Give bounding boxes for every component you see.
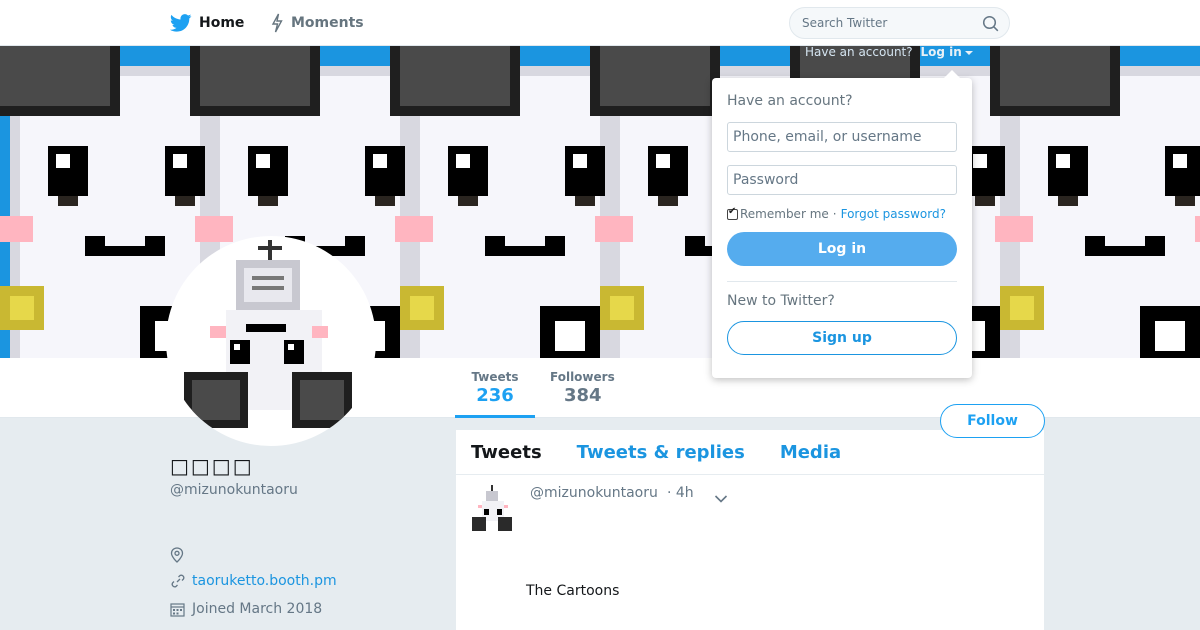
stat-value: 236 [476,385,514,406]
nav-moments-label: Moments [291,15,364,31]
have-account-prompt: Have an account? Log in [805,45,973,59]
have-account-text: Have an account? [805,45,913,59]
password-field[interactable] [727,165,957,195]
new-to-twitter-heading: New to Twitter? [727,293,835,309]
tweet-author-handle[interactable]: @mizunokuntaoru [530,485,658,501]
profile-website: taoruketto.booth.pm [170,573,337,589]
timeline: Tweets Tweets & replies Media @mizunokun… [456,430,1044,630]
tab-tweets-and-replies[interactable]: Tweets & replies [577,442,745,463]
forgot-password-link[interactable]: Forgot password? [841,207,946,221]
profile-location [170,547,192,563]
divider [727,281,957,282]
remember-me-checkbox[interactable] [727,206,738,220]
twitter-bird-icon [170,14,192,32]
stat-label: Followers [550,370,615,384]
search-box [789,7,1010,39]
nav-moments[interactable]: Moments [270,0,364,46]
profile-website-link[interactable]: taoruketto.booth.pm [192,573,337,589]
login-heading: Have an account? [727,93,853,109]
stat-value: 384 [564,385,602,406]
remember-me-label[interactable]: Remember me [740,207,829,221]
separator-dot: · [832,207,837,221]
nav-home-label: Home [199,15,245,31]
tab-tweets[interactable]: Tweets [471,442,542,463]
link-icon [170,573,188,589]
profile-handle[interactable]: @mizunokuntaoru [170,482,298,498]
chevron-down-icon[interactable] [714,489,728,508]
tweet-item[interactable]: @mizunokuntaoru · 4h The Cartoons [456,475,1044,630]
nav-home[interactable]: Home [170,0,244,46]
tab-media[interactable]: Media [780,442,841,463]
profile-name: □□□□ [170,454,254,478]
avatar-pixel-art [184,240,352,428]
stat-label: Tweets [471,370,519,384]
login-dropdown: Have an account? Remember me · Forgot pa… [712,70,972,378]
signup-button[interactable]: Sign up [727,321,957,355]
search-input[interactable] [790,16,970,30]
tweet-timestamp[interactable]: · 4h [667,485,694,501]
tweet-avatar[interactable] [470,485,514,533]
stat-followers[interactable]: Followers 384 [550,358,620,418]
top-navigation: Home Moments [0,0,1200,46]
stat-tweets[interactable]: Tweets 236 [455,358,535,418]
search-icon[interactable] [982,15,999,36]
tweet-text: The Cartoons [526,583,620,599]
profile-avatar[interactable] [166,236,376,446]
login-button[interactable]: Log in [727,232,957,266]
profile-joined-text: Joined March 2018 [192,601,323,617]
location-pin-icon [170,547,188,563]
login-dropdown-toggle[interactable]: Log in [920,45,973,59]
caret-down-icon [964,50,973,55]
lightning-icon [270,13,284,33]
username-field[interactable] [727,122,957,152]
follow-button[interactable]: Follow [940,404,1045,438]
remember-row: Remember me · Forgot password? [727,206,957,221]
calendar-icon [170,602,188,617]
profile-joined: Joined March 2018 [170,601,322,617]
